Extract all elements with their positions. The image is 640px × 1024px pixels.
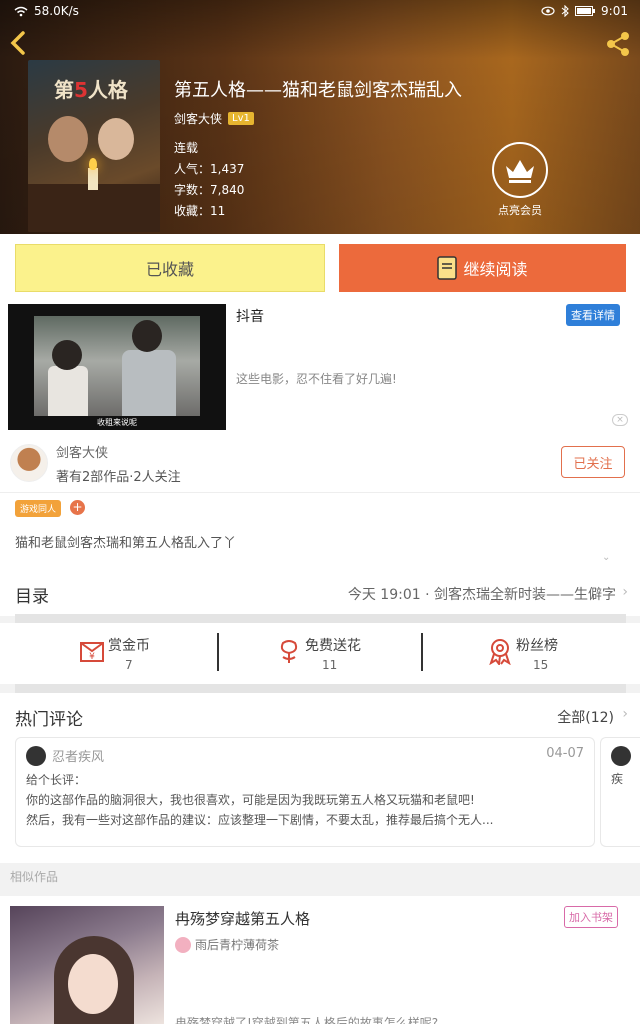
send-flower-button[interactable]: 免费送花 11 bbox=[275, 629, 475, 679]
view-details-button[interactable]: 查看详情 bbox=[566, 304, 620, 326]
vip-label: 点亮会员 bbox=[498, 204, 542, 217]
ribbon-icon bbox=[489, 639, 511, 665]
book-icon bbox=[437, 256, 458, 280]
similar-book-item[interactable]: 冉殇梦穿越第五人格 加入书架 雨后青柠薄荷茶 冉殇梦穿越了!穿越到第五人格后的故… bbox=[0, 896, 640, 1024]
toc-label: 目录 bbox=[15, 587, 49, 607]
chevron-right-icon: › bbox=[622, 706, 628, 722]
ad-description: 这些电影，忍不住看了好几遍! bbox=[236, 372, 397, 386]
clock: 9:01 bbox=[601, 4, 628, 18]
continue-reading-button[interactable]: 继续阅读 bbox=[339, 244, 626, 292]
send-flower-value: 11 bbox=[322, 658, 338, 672]
comment-text: 疾 bbox=[611, 772, 624, 786]
genre-tag[interactable]: 游戏同人 bbox=[15, 500, 62, 517]
eye-icon bbox=[541, 6, 555, 16]
avatar bbox=[611, 746, 631, 766]
cover-title: 第5人格 bbox=[54, 78, 128, 102]
crown-icon bbox=[492, 142, 548, 198]
author-section: 剑客大侠 著有2部作品·2人关注 已关注 游戏同人 + 猫和老鼠剑客杰瑞和第五人… bbox=[0, 434, 640, 578]
avatar[interactable] bbox=[10, 444, 48, 482]
author-link[interactable]: 剑客大侠 bbox=[174, 110, 222, 127]
author-name[interactable]: 剑客大侠 bbox=[56, 442, 108, 461]
book-words: 字数：7,840 bbox=[174, 183, 245, 197]
expand-icon[interactable]: ⌄ bbox=[602, 552, 614, 564]
close-ad-icon[interactable]: × bbox=[612, 414, 628, 426]
book-cover[interactable]: 第5人格 bbox=[28, 60, 160, 232]
reward-coins-label: 赏金币 bbox=[108, 638, 150, 654]
latest-chapter: 今天 19:01 · 剑客杰瑞全新时装——生僻字 bbox=[347, 587, 616, 603]
book-title: 第五人格——猫和老鼠剑客杰瑞乱入 bbox=[174, 80, 462, 101]
fan-ranking-button[interactable]: 粉丝榜 15 bbox=[486, 629, 640, 679]
reward-coins-button[interactable]: ¥ 赏金币 7 bbox=[78, 629, 278, 679]
status-bar: 58.0K/s 9:01 bbox=[0, 0, 640, 24]
table-of-contents-row[interactable]: 目录 今天 19:01 · 剑客杰瑞全新时装——生僻字 › bbox=[0, 578, 640, 616]
ad-video-caption: 收租来说呢 bbox=[97, 418, 137, 427]
similar-book-cover[interactable] bbox=[10, 906, 164, 1024]
avatar bbox=[26, 746, 46, 766]
add-to-shelf-button[interactable]: 加入书架 bbox=[564, 906, 618, 928]
svg-text:¥: ¥ bbox=[89, 652, 95, 662]
fan-ranking-value: 15 bbox=[533, 658, 549, 672]
stats-bar: ¥ 赏金币 7 免费送花 11 粉丝榜 15 bbox=[0, 623, 640, 684]
level-badge: Lv1 bbox=[228, 112, 254, 125]
hot-comments-title: 热门评论 bbox=[15, 710, 83, 730]
similar-book-desc: 冉殇梦穿越了!穿越到第五人格后的故事怎么样呢? bbox=[175, 1016, 439, 1024]
book-popularity: 人气：1,437 bbox=[174, 162, 245, 176]
book-summary: 猫和老鼠剑客杰瑞和第五人格乱入了丫 bbox=[15, 536, 237, 551]
all-comments-link[interactable]: 全部(12) bbox=[557, 707, 614, 727]
book-meta: 连载 人气：1,437 字数：7,840 收藏：11 bbox=[174, 138, 244, 222]
hot-comments-section: 热门评论 全部(12) › 忍者疾风 04-07 给个长评： 你的这部作品的脑洞… bbox=[0, 693, 640, 863]
fan-ranking-label: 粉丝榜 bbox=[516, 638, 558, 654]
book-header: 58.0K/s 9:01 第5人格 第五人格——猫和老鼠剑客杰瑞乱入 剑客大侠 … bbox=[0, 0, 640, 234]
book-favorites: 收藏：11 bbox=[174, 204, 226, 218]
similar-book-author: 雨后青柠薄荷茶 bbox=[195, 938, 280, 952]
action-bar: 已收藏 继续阅读 bbox=[0, 234, 640, 300]
comment-card[interactable]: 疾 bbox=[600, 737, 640, 847]
back-arrow-icon[interactable] bbox=[8, 30, 32, 56]
similar-works-label: 相似作品 bbox=[10, 870, 59, 884]
continue-reading-label: 继续阅读 bbox=[463, 260, 528, 279]
avatar bbox=[175, 936, 191, 953]
ad-title: 抖音 bbox=[236, 309, 264, 325]
chevron-right-icon: › bbox=[622, 584, 628, 600]
comment-card[interactable]: 忍者疾风 04-07 给个长评： 你的这部作品的脑洞很大，我也很喜欢，可能是因为… bbox=[15, 737, 595, 847]
comment-text: 给个长评： 你的这部作品的脑洞很大，我也很喜欢，可能是因为我既玩第五人格又玩猫和… bbox=[26, 773, 494, 827]
author-info: 著有2部作品·2人关注 bbox=[56, 470, 181, 485]
network-speed: 58.0K/s bbox=[34, 4, 79, 18]
send-flower-label: 免费送花 bbox=[305, 638, 361, 654]
flower-icon bbox=[280, 640, 298, 663]
reward-coins-value: 7 bbox=[125, 658, 133, 672]
favorited-button[interactable]: 已收藏 bbox=[15, 244, 325, 292]
ad-video[interactable]: 收租来说呢 bbox=[8, 304, 226, 430]
wifi-icon bbox=[14, 6, 28, 16]
similar-book-title: 冉殇梦穿越第五人格 bbox=[175, 910, 311, 928]
book-state: 连载 bbox=[174, 141, 199, 155]
followed-button[interactable]: 已关注 bbox=[561, 446, 625, 478]
add-tag-icon[interactable]: + bbox=[70, 500, 85, 515]
coin-icon: ¥ bbox=[80, 642, 104, 662]
bluetooth-icon bbox=[561, 5, 569, 17]
share-icon[interactable] bbox=[604, 30, 632, 58]
vip-button[interactable]: 点亮会员 bbox=[490, 142, 550, 218]
comment-user: 忍者疾风 bbox=[52, 750, 105, 765]
comment-date: 04-07 bbox=[546, 746, 584, 761]
battery-icon bbox=[575, 6, 596, 16]
ad-banner[interactable]: 收租来说呢 抖音 这些电影，忍不住看了好几遍! 查看详情 × bbox=[0, 300, 640, 434]
